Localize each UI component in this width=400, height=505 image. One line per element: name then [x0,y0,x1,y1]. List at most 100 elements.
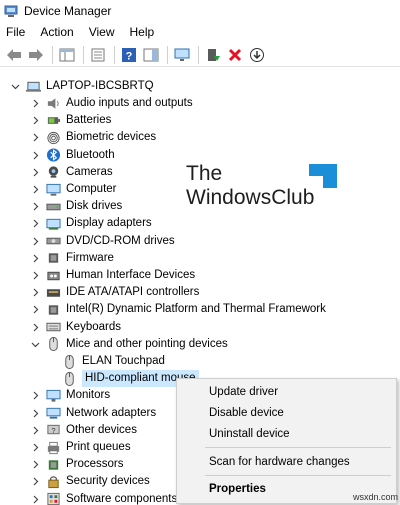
chevron-right-icon[interactable] [30,305,40,315]
scan-hardware-toolbar-button[interactable] [172,45,192,65]
tree-device-elan-touchpad[interactable]: ELAN Touchpad [62,353,165,370]
chevron-right-icon[interactable] [30,150,40,160]
toolbar: ? [0,43,400,67]
chevron-right-icon[interactable] [30,443,40,453]
tree-category-network-adapters[interactable]: Network adapters [30,405,156,422]
tree-category-firmware[interactable]: Firmware [30,250,114,267]
tree-category-label: Print queues [66,441,131,453]
tree-category-other-devices[interactable]: ? Other devices [30,422,137,439]
chevron-down-icon[interactable] [30,339,40,349]
chevron-right-icon[interactable] [30,271,40,281]
chevron-right-icon[interactable] [30,460,40,470]
delete-x-icon [228,48,242,61]
menu-properties[interactable]: Properties [209,483,266,495]
update-driver-toolbar-button[interactable] [203,45,223,65]
download-circle-icon [250,47,264,62]
tree-category-label: Audio inputs and outputs [66,97,193,109]
tree-category-label: IDE ATA/ATAPI controllers [66,286,200,299]
tree-category-label: Intel(R) Dynamic Platform and Thermal Fr… [66,303,326,316]
forward-button[interactable] [26,45,46,65]
enable-device-toolbar-button[interactable] [247,45,267,65]
menu-disable-device[interactable]: Disable device [209,407,284,419]
menu-update-driver[interactable]: Update driver [209,386,278,398]
chevron-right-icon[interactable] [30,99,40,109]
chevron-right-icon[interactable] [30,219,40,229]
chevron-right-icon[interactable] [30,288,40,298]
tree-category-label: Network adapters [66,406,157,419]
tree-category-audio-inputs-and-outputs[interactable]: Audio inputs and outputs [30,95,193,112]
tree-category-mice-and-other-pointing-devices[interactable]: Mice and other pointing devices [30,336,228,353]
menu-view[interactable]: View [89,25,115,39]
tree-category-security-devices[interactable]: Security devices [30,473,150,490]
tree-category-label: Keyboards [66,320,121,333]
back-button[interactable] [4,45,24,65]
watermark-text-the: The [186,162,223,185]
chevron-right-icon[interactable] [30,116,40,126]
laptop-icon [26,79,41,94]
tree-category-computer[interactable]: Computer [30,181,117,198]
menu-uninstall-device[interactable]: Uninstall device [209,428,290,440]
printer-icon [46,440,61,455]
tree-category-print-queues[interactable]: Print queues [30,439,131,456]
chevron-right-icon[interactable] [30,185,40,195]
fingerprint-icon [46,130,61,145]
tree-category-label: Batteries [66,114,112,127]
battery-icon [46,113,61,128]
tree-category-label: Mice and other pointing devices [66,337,228,350]
bluetooth-icon [46,148,61,163]
tree-category-dvd-cd-rom-drives[interactable]: DVD/CD-ROM drives [30,233,175,250]
toolbar-separator [167,45,168,64]
source-watermark: wsxdn.com [353,492,399,502]
show-hide-console-tree-button[interactable] [57,45,77,65]
menu-help[interactable]: Help [130,25,155,39]
tree-category-keyboards[interactable]: Keyboards [30,319,121,336]
tree-category-biometric-devices[interactable]: Biometric devices [30,129,156,146]
tree-category-disk-drives[interactable]: Disk drives [30,198,122,215]
tree-category-processors[interactable]: Processors [30,456,124,473]
chevron-right-icon[interactable] [30,202,40,212]
keyboard-icon [46,320,61,335]
menu-file[interactable]: File [6,25,25,39]
chevron-right-icon[interactable] [30,408,40,418]
chevron-right-icon[interactable] [30,322,40,332]
action-pane-button[interactable] [141,45,161,65]
menu-scan-hardware[interactable]: Scan for hardware changes [209,456,350,468]
camera-icon [46,165,61,180]
help-toolbar-button[interactable]: ? [119,45,139,65]
tree-category-label: Biometric devices [66,131,157,144]
uninstall-device-toolbar-button[interactable] [225,45,245,65]
chevron-right-icon[interactable] [30,391,40,401]
mouse-icon [46,337,61,352]
tree-category-intel-r-dynamic-platform-and-thermal-framework[interactable]: Intel(R) Dynamic Platform and Thermal Fr… [30,301,326,318]
chevron-right-icon[interactable] [30,133,40,143]
tree-category-monitors[interactable]: Monitors [30,387,110,404]
tree-category-bluetooth[interactable]: Bluetooth [30,147,115,164]
chevron-right-icon[interactable] [30,236,40,246]
chevron-right-icon[interactable] [30,477,40,487]
mouse-icon [62,371,77,386]
chevron-right-icon[interactable] [30,494,40,504]
chevron-down-icon[interactable] [10,82,20,92]
disk-drive-icon [46,199,61,214]
tree-category-display-adapters[interactable]: Display adapters [30,215,152,232]
properties-toolbar-button[interactable] [88,45,108,65]
window-title: Device Manager [24,4,112,18]
chevron-right-icon[interactable] [30,425,40,435]
speaker-icon [46,96,61,111]
menu-action[interactable]: Action [40,25,73,39]
tree-category-label: Computer [66,183,117,195]
tree-category-human-interface-devices[interactable]: Human Interface Devices [30,267,195,284]
forward-arrow-icon [29,48,43,61]
console-tree-icon [59,48,75,61]
chevron-right-icon[interactable] [30,253,40,263]
device-manager-icon [4,5,18,17]
chevron-right-icon[interactable] [30,167,40,177]
tree-category-ide-ata-atapi-controllers[interactable]: IDE ATA/ATAPI controllers [30,284,199,301]
tree-category-cameras[interactable]: Cameras [30,164,113,181]
tree-category-label: Security devices [66,475,150,488]
properties-sheet-icon [91,48,105,61]
tree-category-software-components[interactable]: Software components [30,491,177,505]
tree-root[interactable]: LAPTOP-IBCSBRTQ [10,78,154,95]
tree-category-batteries[interactable]: Batteries [30,112,111,129]
chip-icon [46,251,61,266]
